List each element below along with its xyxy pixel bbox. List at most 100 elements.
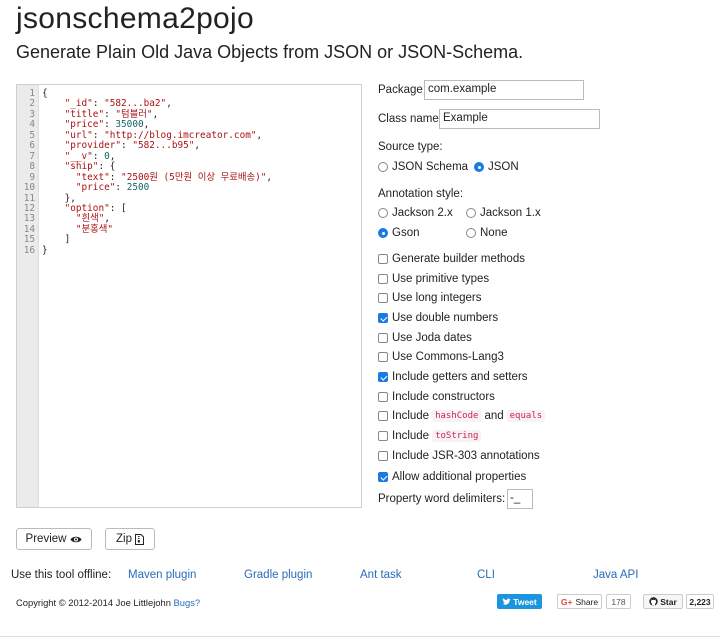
radio-icon[interactable] [466,228,476,238]
google-share-button[interactable]: G+ Share [557,594,602,609]
annotation-gson-radio[interactable]: Gson [378,227,420,239]
json-punctuation: , [166,98,172,110]
offline-label: Use this tool offline: [11,569,112,581]
radio-label: JSON [488,161,519,173]
constructors-checkbox[interactable]: Include constructors [378,391,495,403]
checkbox-icon[interactable] [378,451,388,461]
source-json-radio[interactable]: JSON [474,161,519,173]
json-editor[interactable]: 1 2 3 4 5 6 7 8 9 10 11 12 13 14 15 16{ "_id": "582...b… [16,84,362,508]
json-punctuation [42,140,65,151]
json-punctuation [42,172,76,183]
preview-label: Preview [25,533,67,545]
radio-icon[interactable] [474,162,484,172]
checkbox-label: Use double numbers [392,312,499,324]
checkbox-label: Include JSR-303 annotations [392,450,540,462]
gradle-plugin-link[interactable]: Gradle plugin [244,569,312,581]
code-line: } [42,245,48,256]
checkbox-icon[interactable] [378,431,388,441]
checkbox-icon[interactable] [378,372,388,382]
preview-button[interactable]: Preview [16,528,92,550]
json-punctuation: : [115,182,127,194]
archive-file-icon [134,533,144,545]
ant-task-link[interactable]: Ant task [360,569,402,581]
checkbox-icon[interactable] [378,293,388,303]
double-numbers-checkbox[interactable]: Use double numbers [378,312,498,324]
annotation-jackson2-radio[interactable]: Jackson 2.x [378,207,453,219]
radio-label: Gson [392,227,420,239]
class-name-input[interactable]: Example [439,109,600,129]
line-number: 6 [29,140,35,152]
checkbox-icon[interactable] [378,313,388,323]
line-number: 8 [29,161,35,173]
json-punctuation: , [194,140,201,152]
java-api-link[interactable]: Java API [593,569,638,581]
bugs-link[interactable]: Bugs? [174,597,201,608]
github-star-button[interactable]: Star [643,594,683,609]
delimiters-input[interactable]: -_ [507,489,533,509]
checkbox-icon[interactable] [378,411,388,421]
page-title: jsonschema2pojo [16,2,254,35]
checkbox-label: Use Commons-Lang3 [392,351,504,363]
json-key: "title" [64,108,105,120]
json-key: "_id" [64,98,93,110]
checkbox-label: Generate builder methods [392,253,525,265]
json-punctuation: : [121,140,133,152]
jsr303-checkbox[interactable]: Include JSR-303 annotations [378,450,540,462]
long-integers-checkbox[interactable]: Use long integers [378,292,482,304]
primitive-types-checkbox[interactable]: Use primitive types [378,273,489,285]
class-name-label: Class name [378,113,439,125]
json-punctuation [42,182,76,193]
delimiters-label: Property word delimiters: [378,493,506,505]
json-punctuation [42,109,65,120]
and-text: and [484,410,504,422]
json-punctuation [42,213,76,224]
joda-dates-checkbox[interactable]: Use Joda dates [378,332,472,344]
checkbox-icon[interactable] [378,392,388,402]
radio-icon[interactable] [378,162,388,172]
annotation-style-label: Annotation style: [378,188,464,200]
radio-icon[interactable] [378,228,388,238]
radio-label: Jackson 1.x [480,207,541,219]
radio-icon[interactable] [378,208,388,218]
source-json-schema-radio[interactable]: JSON Schema [378,161,468,173]
checkbox-icon[interactable] [378,333,388,343]
checkbox-icon[interactable] [378,274,388,284]
line-number: 16 [23,244,35,256]
json-string: "흰색" [75,213,105,225]
package-input[interactable]: com.example [424,80,584,100]
zip-button[interactable]: Zip [105,528,155,550]
json-number: 35000 [115,119,144,131]
checkbox-label: Use primitive types [392,273,490,285]
hashcode-code: hashCode [432,410,482,422]
tostring-code: toString [432,430,482,442]
radio-icon[interactable] [466,208,476,218]
annotation-jackson1-radio[interactable]: Jackson 1.x [466,207,541,219]
checkbox-icon[interactable] [378,352,388,362]
json-punctuation [42,130,65,141]
hashcode-equals-checkbox[interactable]: Include hashCode and equals [378,410,548,422]
line-number: 13 [23,213,35,225]
additional-properties-checkbox[interactable]: Allow additional properties [378,471,526,483]
builder-methods-checkbox[interactable]: Generate builder methods [378,253,525,265]
json-punctuation: { [42,88,48,99]
json-punctuation: : [92,98,105,110]
json-string: "582...b95" [132,140,195,152]
commons-lang3-checkbox[interactable]: Use Commons-Lang3 [378,351,504,363]
page-subtitle: Generate Plain Old Java Objects from JSO… [16,42,524,62]
json-punctuation: , [152,108,159,120]
star-label: Star [660,596,677,607]
checkbox-icon[interactable] [378,254,388,264]
getters-setters-checkbox[interactable]: Include getters and setters [378,371,528,383]
maven-plugin-link[interactable]: Maven plugin [128,569,196,581]
cli-link[interactable]: CLI [477,569,495,581]
share-label: Share [575,596,599,607]
checkbox-icon[interactable] [378,472,388,482]
annotation-none-radio[interactable]: None [466,227,508,239]
tostring-checkbox[interactable]: Include toString [378,430,484,442]
json-punctuation: : [92,150,105,162]
equals-code: equals [506,410,546,422]
json-punctuation [42,224,76,235]
tweet-button[interactable]: Tweet [497,594,542,609]
json-punctuation: , [143,119,150,131]
checkbox-label: Allow additional properties [392,471,527,483]
